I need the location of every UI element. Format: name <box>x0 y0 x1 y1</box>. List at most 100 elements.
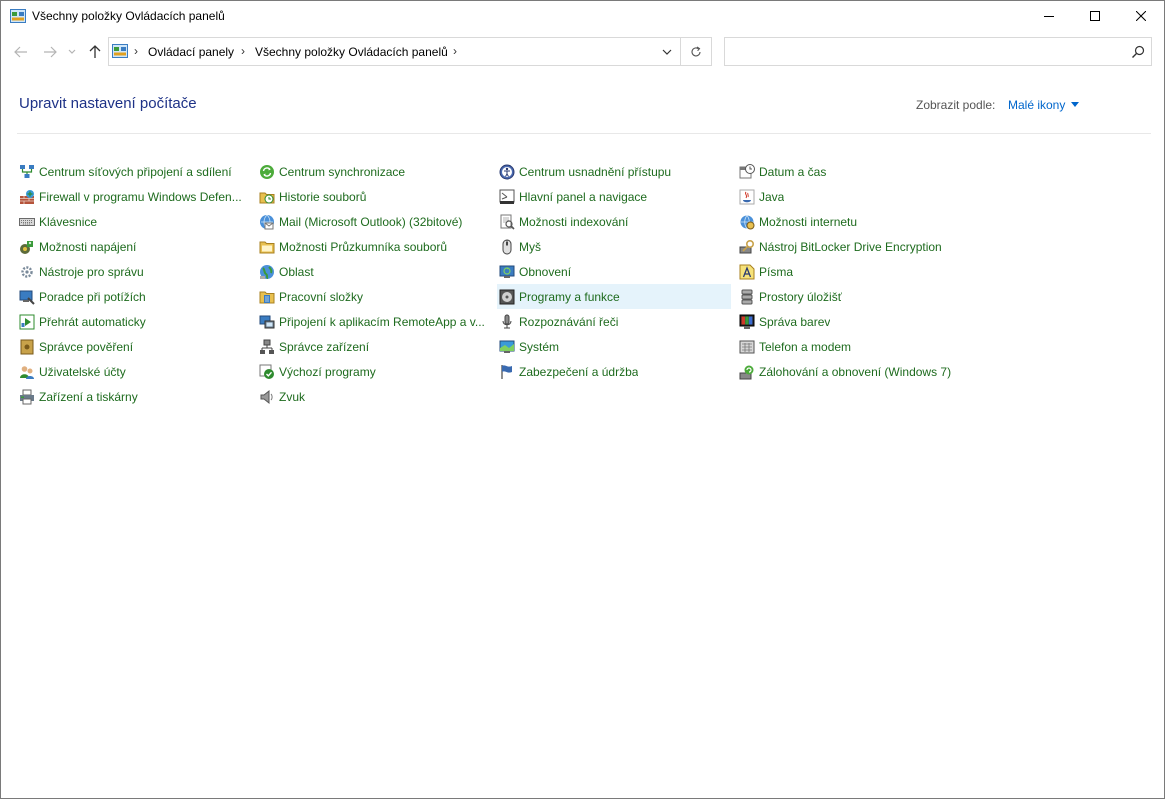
chevron-down-icon <box>662 49 672 55</box>
item-taskbar-navigation[interactable]: Hlavní panel a navigace <box>497 184 731 209</box>
item-internet-options[interactable]: Možnosti internetu <box>737 209 971 234</box>
item-date-time[interactable]: Datum a čas <box>737 159 971 184</box>
breadcrumb-separator[interactable]: › <box>241 44 245 58</box>
troubleshoot-icon <box>19 290 35 305</box>
ease-of-access-icon <box>499 164 515 179</box>
network-icon <box>20 164 34 178</box>
item-network-sharing-center[interactable]: Centrum síťových připojení a sdílení <box>17 159 251 184</box>
device-manager-icon <box>260 339 274 354</box>
search-box[interactable] <box>724 37 1152 66</box>
default-programs-icon <box>259 364 274 379</box>
view-by-label: Zobrazit podle: <box>916 98 996 112</box>
page-title: Upravit nastavení počítače <box>19 95 197 112</box>
phone-modem-icon <box>739 340 755 353</box>
folder-options-icon <box>259 241 275 253</box>
fonts-icon <box>739 264 755 279</box>
item-speech-recognition[interactable]: Rozpoznávání řeči <box>497 309 731 334</box>
item-phone-modem[interactable]: Telefon a modem <box>737 334 971 359</box>
window-title: Všechny položky Ovládacích panelů <box>32 9 225 23</box>
close-button[interactable] <box>1118 1 1164 31</box>
search-icon[interactable] <box>1130 44 1146 60</box>
keyboard-icon <box>19 217 35 226</box>
recovery-icon <box>499 265 515 278</box>
file-history-icon <box>259 192 275 203</box>
forward-button[interactable] <box>42 44 58 60</box>
refresh-icon <box>691 46 701 56</box>
work-folders-icon <box>259 291 275 303</box>
item-default-programs[interactable]: Výchozí programy <box>257 359 491 384</box>
item-recovery[interactable]: Obnovení <box>497 259 731 284</box>
breadcrumb-all-items[interactable]: Všechny položky Ovládacích panelů <box>255 45 448 59</box>
search-input[interactable] <box>731 42 1121 62</box>
forward-arrow-icon <box>44 46 57 58</box>
address-bar[interactable]: › Ovládací panely › Všechny položky Ovlá… <box>108 37 712 66</box>
maximize-button[interactable] <box>1072 1 1118 31</box>
color-management-icon <box>739 314 755 329</box>
remoteapp-icon <box>259 315 275 328</box>
item-color-management[interactable]: Správa barev <box>737 309 971 334</box>
up-button[interactable] <box>87 44 103 60</box>
item-credential-manager[interactable]: Správce pověření <box>17 334 251 359</box>
item-user-accounts[interactable]: Uživatelské účty <box>17 359 251 384</box>
caret-down-icon[interactable] <box>1071 102 1079 107</box>
sound-icon <box>260 389 273 404</box>
item-devices-printers[interactable]: Zařízení a tiskárny <box>17 384 251 409</box>
item-keyboard[interactable]: Klávesnice <box>17 209 251 234</box>
refresh-button[interactable] <box>680 38 711 65</box>
back-button[interactable] <box>13 44 29 60</box>
item-windows-defender-firewall[interactable]: Firewall v programu Windows Defen... <box>17 184 251 209</box>
sync-icon <box>260 164 274 179</box>
user-accounts-icon <box>20 365 34 379</box>
breadcrumb-separator[interactable]: › <box>134 44 138 58</box>
item-region[interactable]: Oblast <box>257 259 491 284</box>
taskbar-icon <box>499 189 515 204</box>
item-file-explorer-options[interactable]: Možnosti Průzkumníka souborů <box>257 234 491 259</box>
item-system[interactable]: Systém <box>497 334 731 359</box>
firewall-icon <box>20 189 34 204</box>
item-sound[interactable]: Zvuk <box>257 384 491 409</box>
close-icon <box>1136 11 1146 21</box>
item-indexing-options[interactable]: Možnosti indexování <box>497 209 731 234</box>
item-work-folders[interactable]: Pracovní složky <box>257 284 491 309</box>
item-mouse[interactable]: Myš <box>497 234 731 259</box>
region-icon <box>260 264 274 279</box>
view-by-dropdown[interactable]: Malé ikony <box>1008 98 1065 112</box>
recent-locations-button[interactable] <box>67 44 77 60</box>
header-divider <box>17 133 1151 134</box>
item-security-maintenance[interactable]: Zabezpečení a údržba <box>497 359 731 384</box>
bitlocker-icon <box>739 239 755 253</box>
mail-icon <box>260 214 274 230</box>
item-java[interactable]: Java <box>737 184 971 209</box>
item-power-options[interactable]: Možnosti napájení <box>17 234 251 259</box>
item-mail-outlook[interactable]: Mail (Microsoft Outlook) (32bitové) <box>257 209 491 234</box>
item-administrative-tools[interactable]: Nástroje pro správu <box>17 259 251 284</box>
mouse-icon <box>502 239 512 254</box>
item-fonts[interactable]: Písma <box>737 259 971 284</box>
programs-icon <box>499 289 515 304</box>
address-dropdown-button[interactable] <box>654 38 680 65</box>
speech-icon <box>502 314 512 328</box>
item-storage-spaces[interactable]: Prostory úložišť <box>737 284 971 309</box>
back-arrow-icon <box>14 46 27 58</box>
item-device-manager[interactable]: Správce zařízení <box>257 334 491 359</box>
admin-tools-icon <box>21 265 33 278</box>
breadcrumb-control-panel[interactable]: Ovládací panely <box>148 45 234 59</box>
system-icon <box>499 340 515 353</box>
breadcrumb-separator[interactable]: › <box>453 44 457 58</box>
title-bar[interactable]: Všechny položky Ovládacích panelů <box>1 1 1164 32</box>
item-ease-of-access-center[interactable]: Centrum usnadnění přístupu <box>497 159 731 184</box>
minimize-icon <box>1044 16 1054 17</box>
item-file-history[interactable]: Historie souborů <box>257 184 491 209</box>
item-bitlocker[interactable]: Nástroj BitLocker Drive Encryption <box>737 234 971 259</box>
item-backup-restore[interactable]: Zálohování a obnovení (Windows 7) <box>737 359 971 384</box>
minimize-button[interactable] <box>1026 1 1072 31</box>
item-autoplay[interactable]: Přehrát automaticky <box>17 309 251 334</box>
item-troubleshooting[interactable]: Poradce při potížích <box>17 284 251 309</box>
credential-icon <box>20 339 34 354</box>
item-programs-features[interactable]: Programy a funkce <box>497 284 731 309</box>
autoplay-icon <box>19 314 35 329</box>
control-panel-icon <box>10 9 26 23</box>
item-remoteapp-connections[interactable]: Připojení k aplikacím RemoteApp a v... <box>257 309 491 334</box>
maximize-icon <box>1090 11 1100 21</box>
item-sync-center[interactable]: Centrum synchronizace <box>257 159 491 184</box>
